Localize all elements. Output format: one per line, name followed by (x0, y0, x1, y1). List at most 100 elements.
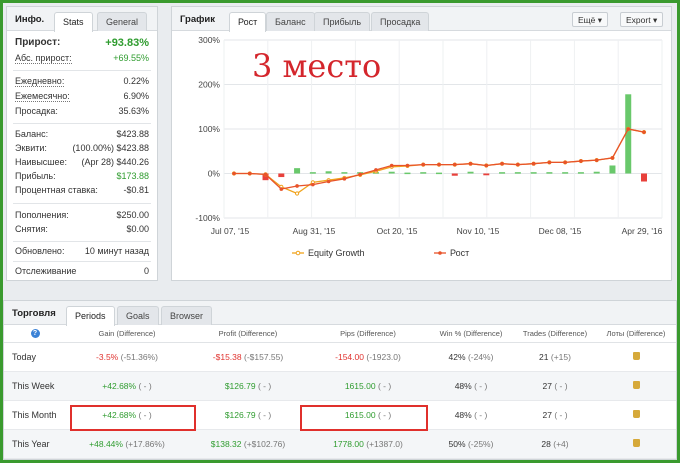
lots-cell (596, 400, 676, 430)
table-row[interactable]: Today -3.5% (-51.36%) -$15.38 (-$157.55)… (4, 342, 676, 372)
trading-panel-header: Торговля Periods Goals Browser (4, 301, 676, 326)
legend-equity-label: Equity Growth (308, 248, 365, 258)
trades-diff: (+4) (553, 438, 569, 449)
more-button[interactable]: Ещё ▾ (572, 12, 609, 27)
abs-growth-row: Абс. прирост: +69.55% (15, 53, 149, 66)
win-diff: (-24%) (467, 351, 494, 362)
page-frame: Инфо. Stats General Прирост: +93.83% Абс… (3, 3, 677, 460)
tab-periods[interactable]: Periods (66, 306, 115, 326)
growth-point (484, 163, 489, 168)
bar (530, 172, 537, 174)
win-cell: 48% ( - ) (428, 371, 514, 401)
win-diff: ( - ) (474, 409, 488, 420)
coins-icon[interactable] (632, 380, 640, 389)
coins-icon[interactable] (632, 438, 640, 447)
growth-point (295, 184, 299, 188)
profit-diff: (+$102.76) (243, 438, 286, 449)
tab-browser[interactable]: Browser (161, 306, 213, 325)
drawdown-row: Просадка: 35.63% (15, 106, 149, 119)
table-row[interactable]: This Week +42.68% ( - ) $126.79 ( - ) 16… (4, 371, 676, 401)
bar (593, 171, 600, 174)
tab-general[interactable]: General (97, 12, 148, 31)
divider (13, 261, 151, 262)
profit-cell: $126.79 ( - ) (188, 400, 308, 430)
x-tick-label: Oct 20, '15 (377, 226, 418, 236)
growth-point (500, 161, 504, 166)
divider (13, 70, 151, 71)
trading-panel-title: Торговля (12, 308, 56, 319)
bar (499, 172, 506, 174)
help-icon[interactable]: ? (30, 329, 40, 339)
trades-cell: 21 (+15) (514, 342, 596, 372)
growth-point (232, 171, 236, 176)
growth-point (547, 160, 552, 165)
tab-drawdown[interactable]: Просадка (371, 12, 430, 31)
tracking-label: Отслеживание (15, 266, 77, 276)
export-button[interactable]: Export ▾ (620, 12, 664, 27)
tab-stats[interactable]: Stats (54, 12, 93, 32)
lots-cell (596, 429, 676, 459)
profit-label: Прибыль: (15, 171, 56, 181)
growth-point (594, 158, 599, 162)
bar (278, 173, 285, 178)
column-header-lots[interactable]: Лоты (Difference) (596, 325, 676, 343)
growth-point (358, 172, 362, 177)
column-header-win[interactable]: Win % (Difference) (428, 325, 514, 343)
pips-cell: -154.00 (-1923.0) (308, 342, 428, 372)
period-cell: This Year (4, 429, 66, 459)
highlight-box-gain (70, 405, 196, 431)
growth-point (263, 172, 268, 177)
bar (609, 165, 616, 174)
win-value: 42% (448, 351, 466, 362)
bar (309, 172, 316, 174)
profit-value: $173.88 (116, 171, 149, 181)
tab-growth[interactable]: Рост (229, 12, 267, 32)
pips-cell: 1615.00 ( - ) (308, 371, 428, 401)
tab-profit[interactable]: Прибыль (314, 12, 371, 31)
interest-row: Процентная ставка: -$0.81 (15, 185, 149, 198)
profit-diff: (-$157.55) (244, 351, 284, 362)
monthly-label[interactable]: Ежемесячно: (15, 91, 70, 102)
highest-label: Наивысшее: (15, 157, 68, 167)
bar (467, 171, 474, 174)
growth-point (626, 127, 631, 131)
gain-value: -3.5% (96, 351, 119, 362)
trades-cell: 28 (+4) (514, 429, 596, 459)
column-header-trades[interactable]: Trades (Difference) (514, 325, 596, 343)
table-header-row: ? Gain (Difference) Profit (Difference) … (4, 325, 676, 343)
balance-label: Баланс: (15, 129, 49, 139)
growth-point (326, 179, 331, 184)
equity-point (294, 191, 300, 196)
growth-point (642, 130, 646, 134)
gain-cell: -3.5% (-51.36%) (66, 342, 188, 372)
growth-point (610, 156, 615, 160)
profit-value: -$15.38 (212, 351, 242, 362)
growth-point (579, 159, 583, 163)
tab-balance[interactable]: Баланс (266, 12, 315, 31)
growth-point (405, 163, 410, 168)
bar (451, 173, 458, 176)
divider (13, 203, 151, 204)
tab-goals[interactable]: Goals (117, 306, 159, 325)
column-header-gain[interactable]: Gain (Difference) (66, 325, 188, 343)
y-tick-label: 0% (208, 169, 221, 179)
daily-label[interactable]: Ежедневно: (15, 76, 65, 87)
info-panel-header: Инфо. Stats General (7, 7, 157, 32)
coins-icon[interactable] (632, 409, 640, 418)
drawdown-value: 35.63% (118, 106, 149, 116)
column-header-pips[interactable]: Pips (Difference) (308, 325, 428, 343)
chart-panel: График Рост Баланс Прибыль Просадка Ещё … (171, 6, 672, 281)
trades-cell: 27 ( - ) (514, 400, 596, 430)
trades-value: 21 (539, 351, 549, 362)
abs-growth-label[interactable]: Абс. прирост: (15, 53, 72, 64)
pips-diff: (+1387.0) (366, 438, 403, 449)
bar (546, 172, 553, 174)
growth-point (452, 162, 457, 167)
coins-icon[interactable] (632, 351, 640, 360)
column-header-profit[interactable]: Profit (Difference) (188, 325, 308, 343)
help-header: ? (4, 325, 66, 343)
rank-overlay-text: 3 место (252, 47, 382, 85)
daily-value: 0.22% (123, 76, 149, 86)
table-row[interactable]: This Year +48.44% (+17.86%) $138.32 (+$1… (4, 429, 676, 459)
bar (562, 172, 569, 174)
